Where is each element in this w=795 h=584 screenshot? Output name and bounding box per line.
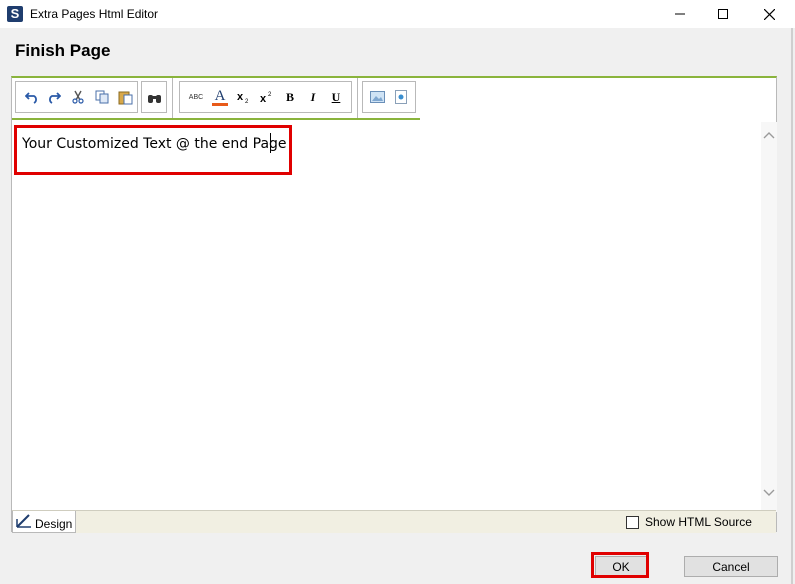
subscript-icon: x2	[237, 91, 249, 104]
close-button[interactable]	[746, 0, 792, 28]
underline-icon: U	[331, 89, 341, 104]
annotation-highlight-text	[14, 125, 292, 175]
show-html-label: Show HTML Source	[645, 515, 752, 529]
scroll-down-icon	[763, 489, 775, 496]
svg-text:x: x	[260, 93, 267, 104]
spellcheck-button[interactable]: ABC	[186, 87, 206, 107]
toolbar-separator	[172, 78, 173, 118]
insert-image-icon	[369, 91, 385, 103]
redo-icon	[49, 92, 61, 104]
window-title: Extra Pages Html Editor	[30, 7, 159, 21]
cancel-button[interactable]: Cancel	[684, 556, 778, 577]
toolbar-separator	[357, 78, 358, 118]
tab-design[interactable]: Design	[12, 511, 76, 533]
italic-button[interactable]: I	[303, 87, 323, 107]
show-html-source-toggle[interactable]: Show HTML Source	[626, 515, 752, 529]
paste-icon	[118, 91, 132, 104]
toolbar-group-insert	[362, 81, 416, 113]
undo-button[interactable]	[22, 87, 42, 107]
svg-text:2: 2	[268, 92, 272, 98]
find-button[interactable]	[144, 87, 164, 107]
bold-icon: B	[285, 89, 294, 104]
design-icon	[16, 514, 31, 528]
editor-content[interactable]: Your Customized Text @ the end Page	[13, 122, 759, 512]
close-icon	[763, 8, 775, 20]
font-color-bar	[212, 102, 228, 106]
annotation-highlight-ok	[591, 552, 649, 578]
spellcheck-icon: ABC	[188, 93, 204, 101]
maximize-button[interactable]	[700, 0, 746, 28]
font-color-icon: A	[214, 87, 226, 104]
superscript-icon: x2	[260, 92, 272, 104]
editor-toolbar: ABC A x2 x2 B I U	[12, 78, 420, 120]
superscript-button[interactable]: x2	[257, 87, 277, 107]
italic-icon: I	[310, 89, 316, 104]
toolbar-group-edit	[15, 81, 138, 113]
show-html-checkbox[interactable]	[626, 515, 639, 529]
minimize-icon	[675, 13, 685, 15]
design-tab-label: Design	[35, 517, 73, 531]
cut-icon	[72, 90, 84, 104]
bold-button[interactable]: B	[280, 87, 300, 107]
underline-button[interactable]: U	[326, 87, 346, 107]
app-icon: S	[7, 6, 23, 22]
insert-object-button[interactable]	[391, 87, 411, 107]
insert-object-icon	[394, 90, 407, 104]
subscript-button[interactable]: x2	[234, 87, 254, 107]
insert-image-button[interactable]	[367, 87, 387, 107]
font-color-button[interactable]: A	[210, 87, 230, 107]
copy-icon	[95, 90, 109, 104]
page-title: Finish Page	[15, 41, 111, 60]
find-icon	[147, 95, 161, 103]
title-bar: S Extra Pages Html Editor	[0, 0, 795, 28]
svg-text:2: 2	[245, 99, 249, 104]
editor-footer: Design Show HTML Source	[12, 510, 776, 533]
svg-text:x: x	[237, 91, 244, 103]
vertical-scrollbar[interactable]	[761, 122, 777, 512]
minimize-button[interactable]	[657, 0, 703, 28]
toolbar-group-find	[141, 81, 167, 113]
redo-button[interactable]	[44, 87, 64, 107]
toolbar-group-format: ABC A x2 x2 B I U	[179, 81, 352, 113]
maximize-icon	[718, 9, 728, 19]
scroll-up-icon	[763, 132, 775, 139]
paste-button[interactable]	[115, 87, 135, 107]
cut-button[interactable]	[68, 87, 88, 107]
undo-icon	[25, 92, 37, 104]
window-edge	[791, 28, 793, 584]
copy-button[interactable]	[92, 87, 112, 107]
